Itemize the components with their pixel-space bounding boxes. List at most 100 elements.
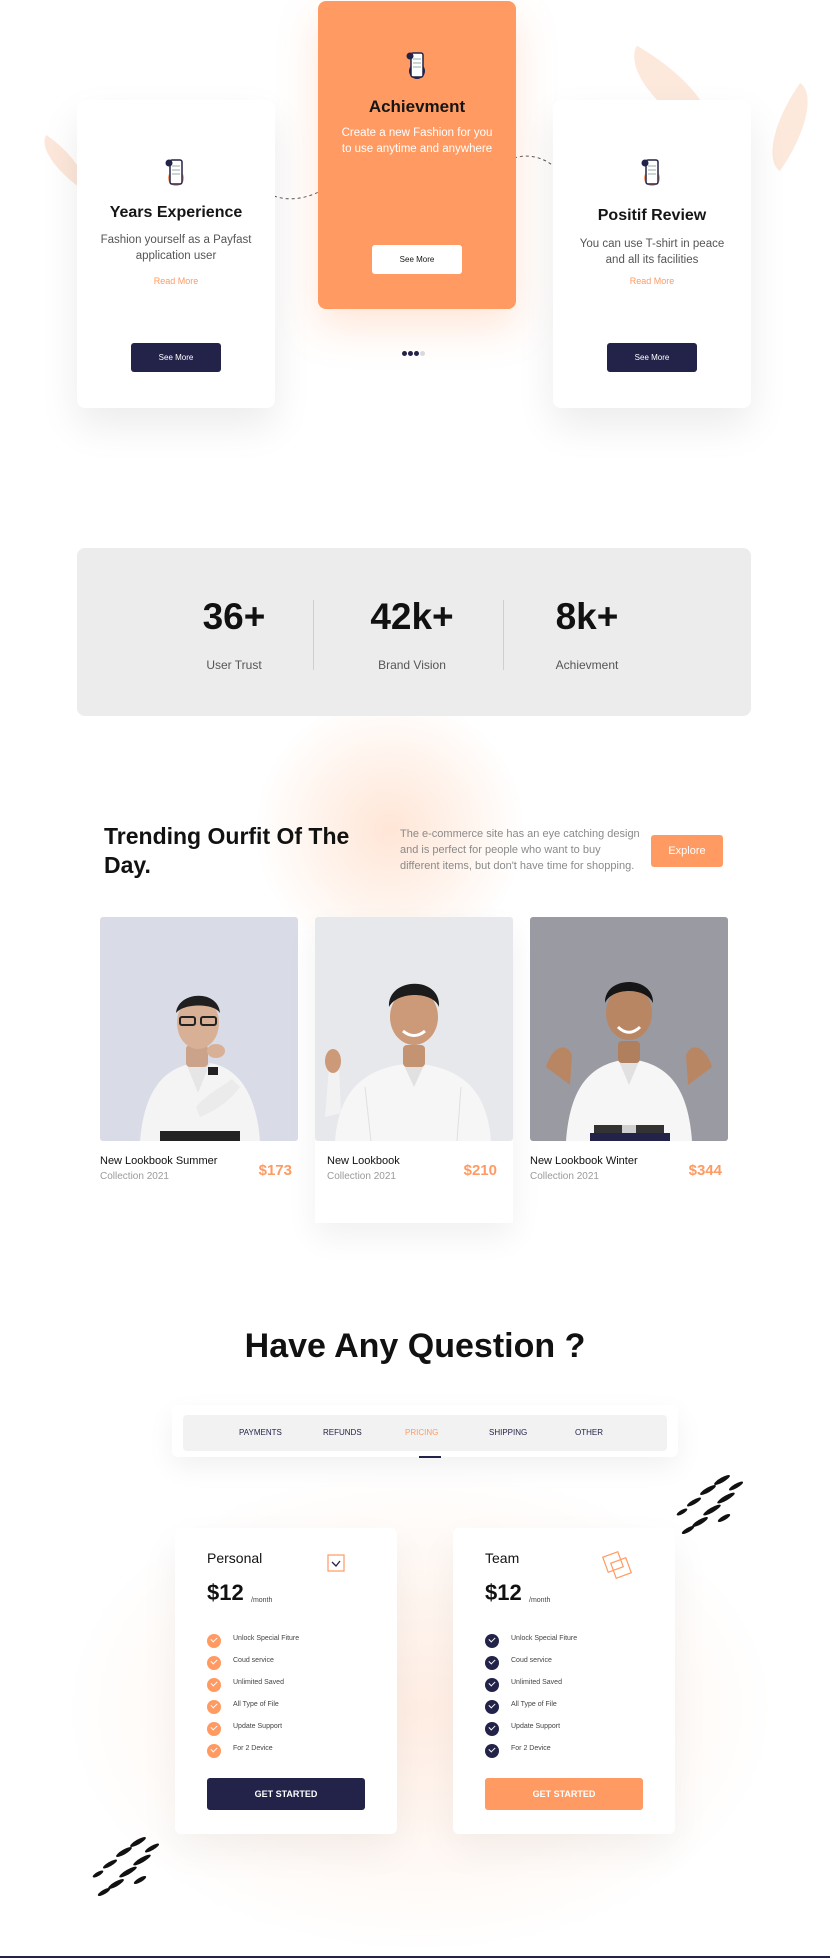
feature-label: For 2 Device <box>511 1745 551 1752</box>
feature-item: Update Support <box>207 1720 377 1742</box>
feature-label: Unlock Special Fiture <box>511 1635 578 1642</box>
feature-list: Unlock Special Fiture Coud service Unlim… <box>485 1632 655 1764</box>
read-more-link[interactable]: Read More <box>77 276 275 286</box>
feature-item: For 2 Device <box>207 1742 377 1764</box>
check-circle-icon <box>207 1744 221 1758</box>
faq-tabs-container: PAYMENTS REFUNDS PRICING SHIPPING OTHER <box>172 1405 678 1457</box>
plan-price: $12 <box>485 1580 522 1605</box>
stat-divider <box>313 600 314 670</box>
feature-label: Update Support <box>233 1723 283 1730</box>
stat-divider <box>503 600 504 670</box>
brush-splash-decoration <box>92 1837 160 1896</box>
product-photo <box>100 917 298 1141</box>
product-name: New Lookbook <box>327 1155 400 1167</box>
see-more-button[interactable]: See More <box>372 245 462 274</box>
landing-page: Years Experience Fashion yourself as a P… <box>0 0 830 1958</box>
read-more-link[interactable]: Read More <box>553 276 751 286</box>
check-circle-icon <box>207 1700 221 1714</box>
check-circle-icon <box>485 1656 499 1670</box>
stat-value: 8k+ <box>555 596 619 637</box>
feature-label: All Type of File <box>511 1701 557 1708</box>
feature-label: Unlimited Saved <box>511 1679 562 1686</box>
check-circle-icon <box>207 1678 221 1692</box>
section-description: The e-commerce site has an eye catching … <box>400 828 640 872</box>
feature-label: For 2 Device <box>233 1745 273 1752</box>
plan-period: /month <box>529 1597 551 1604</box>
stat-label: Brand Vision <box>378 658 446 672</box>
product-price: $210 <box>463 1162 497 1179</box>
tab-refunds[interactable]: REFUNDS <box>323 1415 362 1451</box>
check-circle-icon <box>207 1656 221 1670</box>
card-text: Fashion yourself as a Payfast applicatio… <box>100 234 252 262</box>
carousel-dot-active[interactable] <box>402 351 407 356</box>
pricing-card-personal: Personal $12 /month Unlock Special Fitur… <box>175 1528 397 1834</box>
carousel-dots <box>402 351 432 357</box>
stats-panel: 36+ User Trust 42k+ Brand Vision 8k+ Ach… <box>77 548 751 716</box>
feature-label: Unlimited Saved <box>233 1679 284 1686</box>
check-circle-icon <box>485 1678 499 1692</box>
feature-label: All Type of File <box>233 1701 279 1708</box>
card-text: You can use T-shirt in peace and all its… <box>579 238 725 266</box>
check-circle-icon <box>207 1722 221 1736</box>
check-circle-icon <box>207 1634 221 1648</box>
brush-splash-decoration <box>676 1475 744 1534</box>
feature-list: Unlock Special Fiture Coud service Unlim… <box>207 1632 377 1764</box>
mobile-app-icon <box>641 159 660 186</box>
stat-value: 42k+ <box>370 596 454 637</box>
check-box-icon <box>327 1554 345 1572</box>
feature-item: All Type of File <box>485 1698 655 1720</box>
carousel-dot[interactable] <box>408 351 413 356</box>
check-circle-icon <box>485 1722 499 1736</box>
feature-item: Unlock Special Fiture <box>485 1632 655 1654</box>
see-more-button[interactable]: See More <box>607 343 697 372</box>
check-circle-icon <box>485 1744 499 1758</box>
feature-item: Unlimited Saved <box>207 1676 377 1698</box>
section-title: Trending Ourfit Of The Day. <box>104 823 350 878</box>
card-title: Achievment <box>368 97 466 116</box>
tab-payments[interactable]: PAYMENTS <box>239 1415 282 1451</box>
see-more-button[interactable]: See More <box>131 343 221 372</box>
feature-item: Unlock Special Fiture <box>207 1632 377 1654</box>
product-price: $344 <box>688 1162 722 1179</box>
feature-card-highlighted: Achievment Create a new Fashion for you … <box>318 1 516 309</box>
tab-other[interactable]: OTHER <box>575 1415 603 1451</box>
product-photo <box>530 917 728 1141</box>
check-circle-icon <box>485 1700 499 1714</box>
get-started-button[interactable]: GET STARTED <box>485 1778 643 1810</box>
get-started-button[interactable]: GET STARTED <box>207 1778 365 1810</box>
plan-price: $12 <box>207 1580 244 1605</box>
faq-title: Have Any Question ? <box>244 1327 586 1365</box>
product-photo <box>315 917 513 1141</box>
carousel-dot[interactable] <box>414 351 419 356</box>
card-text: Create a new Fashion for you to use anyt… <box>341 127 493 155</box>
product-subtitle: Collection 2021 <box>327 1171 396 1182</box>
tab-pricing[interactable]: PRICING <box>405 1415 438 1451</box>
feature-item: For 2 Device <box>485 1742 655 1764</box>
faq-tabs: PAYMENTS REFUNDS PRICING SHIPPING OTHER <box>183 1415 667 1451</box>
carousel-dot[interactable] <box>420 351 425 356</box>
feature-card: Positif Review You can use T-shirt in pe… <box>553 100 751 408</box>
tab-shipping[interactable]: SHIPPING <box>489 1415 527 1451</box>
active-tab-indicator <box>419 1456 441 1458</box>
stat-value: 36+ <box>202 596 266 637</box>
plan-name: Team <box>485 1550 520 1566</box>
product-subtitle: Collection 2021 <box>100 1171 169 1182</box>
feature-item: Unlimited Saved <box>485 1676 655 1698</box>
feature-label: Unlock Special Fiture <box>233 1635 300 1642</box>
feature-item: Update Support <box>485 1720 655 1742</box>
feature-item: All Type of File <box>207 1698 377 1720</box>
feature-item: Coud service <box>207 1654 377 1676</box>
feature-label: Coud service <box>511 1657 552 1664</box>
product-card[interactable]: New Lookbook Collection 2021 $210 <box>315 917 513 1223</box>
explore-button[interactable]: Explore <box>651 835 723 867</box>
product-name: New Lookbook Winter <box>530 1155 638 1167</box>
mobile-app-icon <box>406 52 425 79</box>
stat-label: Achievment <box>555 658 619 672</box>
feature-card: Years Experience Fashion yourself as a P… <box>77 100 275 408</box>
pricing-card-team: Team $12 /month Unlock Special Fiture Co… <box>453 1528 675 1834</box>
product-name: New Lookbook Summer <box>100 1155 218 1167</box>
card-title: Positif Review <box>597 207 707 224</box>
feature-item: Coud service <box>485 1654 655 1676</box>
dashed-connector <box>513 155 557 169</box>
plan-name: Personal <box>207 1550 263 1566</box>
